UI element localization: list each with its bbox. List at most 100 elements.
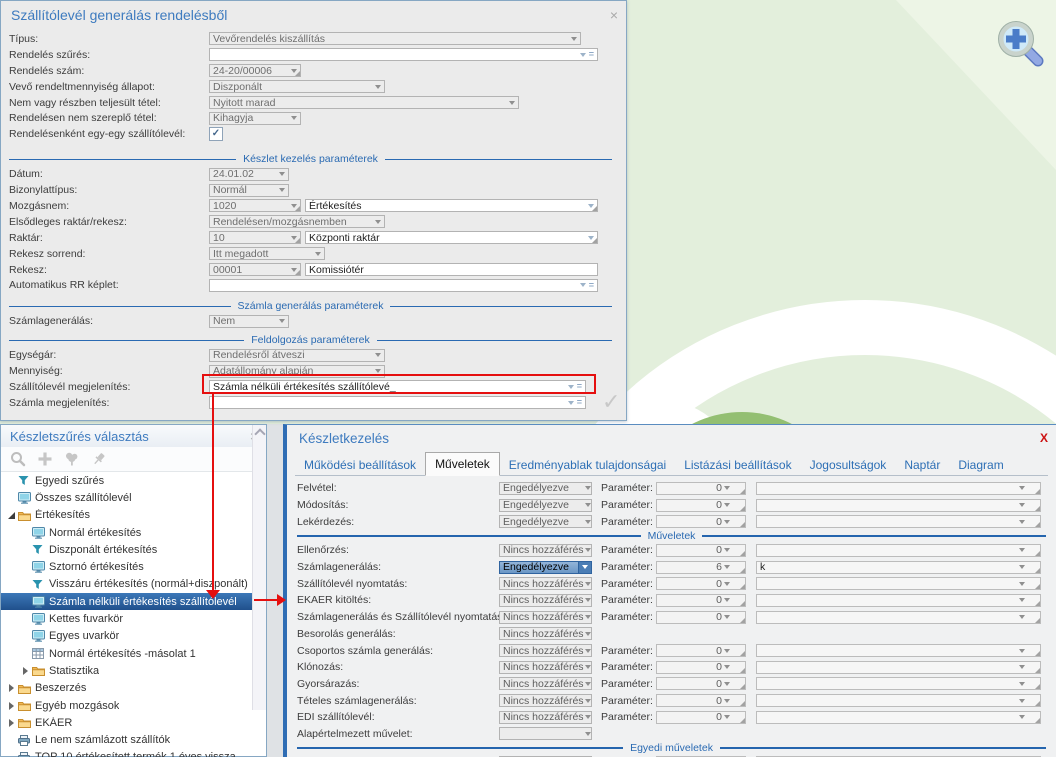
parameter-field[interactable]: 0 (656, 644, 746, 657)
access-dropdown[interactable]: Engedélyezve (499, 482, 592, 495)
access-dropdown[interactable]: Nincs hozzáférés (499, 544, 592, 557)
search-icon[interactable] (10, 451, 26, 467)
caret-closed-icon[interactable] (5, 719, 18, 727)
extra-field[interactable] (756, 611, 1041, 624)
combo-field[interactable]: = (209, 279, 598, 292)
access-dropdown[interactable] (499, 727, 592, 740)
tree-item[interactable]: EKÁER (1, 714, 253, 731)
checkbox[interactable]: ✓ (209, 127, 223, 141)
tab-0[interactable]: Működési beállítások (295, 455, 425, 475)
tree-item[interactable]: Egyedi szűrés (1, 472, 253, 489)
dropdown-field[interactable]: Vevőrendelés kiszállítás (209, 32, 581, 45)
operation-label: Klónozás: (297, 661, 499, 673)
access-dropdown[interactable]: Nincs hozzáférés (499, 611, 592, 624)
dropdown-field[interactable]: Kihagyja (209, 112, 301, 125)
extra-field[interactable] (756, 677, 1041, 690)
extra-field[interactable] (756, 594, 1041, 607)
dropdown-field[interactable]: Nyitott marad (209, 96, 519, 109)
tab-1[interactable]: Műveletek (425, 452, 500, 476)
text-field[interactable]: Központi raktár (305, 231, 598, 244)
tree-item[interactable]: Egyéb mozgások (1, 697, 253, 714)
extra-field[interactable] (756, 499, 1041, 512)
scroll-up-icon[interactable] (254, 428, 265, 439)
tree-item[interactable]: Beszerzés (1, 680, 253, 697)
tree-item[interactable]: Le nem számlázott szállítók (1, 731, 253, 748)
tree-icon[interactable] (64, 451, 80, 467)
code-dropdown-field[interactable]: 00001 (209, 263, 301, 276)
access-dropdown[interactable]: Engedélyezve (499, 561, 592, 574)
dropdown-field[interactable]: Nem (209, 315, 289, 328)
tree-item[interactable]: Összes szállítólevél (1, 489, 253, 506)
code-dropdown-field[interactable]: 10 (209, 231, 301, 244)
code-dropdown-field[interactable]: 24-20/00006 (209, 64, 301, 77)
form-row: Raktár:10Központi raktár (1, 230, 626, 246)
extra-field[interactable] (756, 661, 1041, 674)
parameter-field[interactable]: 0 (656, 577, 746, 590)
extra-field[interactable] (756, 694, 1041, 707)
tab-3[interactable]: Listázási beállítások (675, 455, 800, 475)
tree-item[interactable]: TOP 10 értékesített termék 1 éves vissza (1, 749, 253, 757)
text-field[interactable]: Értékesítés (305, 199, 598, 212)
caret-closed-icon[interactable] (19, 667, 32, 675)
access-dropdown[interactable]: Nincs hozzáférés (499, 661, 592, 674)
parameter-field[interactable]: 0 (656, 694, 746, 707)
tree-scrollbar[interactable] (252, 425, 266, 710)
tree-item[interactable]: Statisztika (1, 662, 253, 679)
combo-field[interactable]: = (209, 396, 586, 409)
tree-item[interactable]: Diszponált értékesítés (1, 541, 253, 558)
tree-item[interactable]: Normál értékesítés -másolat 1 (1, 645, 253, 662)
dropdown-field[interactable]: Itt megadott (209, 247, 325, 260)
tab-4[interactable]: Jogosultságok (801, 455, 896, 475)
extra-field[interactable] (756, 577, 1041, 590)
access-dropdown[interactable]: Nincs hozzáférés (499, 711, 592, 724)
access-dropdown[interactable]: Nincs hozzáférés (499, 694, 592, 707)
tree-item[interactable]: Értékesítés (1, 507, 253, 524)
access-dropdown[interactable]: Nincs hozzáférés (499, 594, 592, 607)
close-icon[interactable]: X (1040, 431, 1048, 445)
caret-open-icon[interactable] (5, 512, 18, 519)
code-dropdown-field[interactable]: 1020 (209, 199, 301, 212)
plus-icon[interactable] (37, 451, 53, 467)
dropdown-field[interactable]: Diszponált (209, 80, 385, 93)
caret-closed-icon[interactable] (5, 702, 18, 710)
dropdown-field[interactable]: 24.01.02 (209, 168, 289, 181)
access-dropdown[interactable]: Nincs hozzáférés (499, 577, 592, 590)
extra-field[interactable] (756, 644, 1041, 657)
access-dropdown[interactable]: Nincs hozzáférés (499, 644, 592, 657)
parameter-field[interactable]: 0 (656, 544, 746, 557)
dropdown-field[interactable]: Rendelésről átveszi (209, 349, 385, 362)
tab-2[interactable]: Eredményablak tulajdonságai (500, 455, 675, 475)
parameter-field[interactable]: 0 (656, 594, 746, 607)
section-separator-label: Egyedi műveletek (630, 742, 713, 754)
access-dropdown[interactable]: Engedélyezve (499, 499, 592, 512)
tree-item[interactable]: Egyes uvarkör (1, 628, 253, 645)
caret-closed-icon[interactable] (5, 684, 18, 692)
close-icon[interactable]: × (610, 8, 618, 22)
parameter-field[interactable]: 0 (656, 711, 746, 724)
text-field[interactable]: Komissiótér (305, 263, 598, 276)
extra-field[interactable] (756, 711, 1041, 724)
dropdown-field[interactable]: Normál (209, 184, 289, 197)
tree-item[interactable]: Normál értékesítés (1, 524, 253, 541)
tree-item[interactable]: Sztornó értékesítés (1, 558, 253, 575)
parameter-field[interactable]: 0 (656, 482, 746, 495)
parameter-field[interactable]: 6 (656, 561, 746, 574)
combo-field[interactable]: = (209, 48, 598, 61)
tab-6[interactable]: Diagram (949, 455, 1012, 475)
tree-item[interactable]: Kettes fuvarkör (1, 610, 253, 627)
extra-field[interactable] (756, 482, 1041, 495)
access-dropdown[interactable]: Nincs hozzáférés (499, 627, 592, 640)
dropdown-field[interactable]: Rendelésen/mozgásnemben (209, 215, 385, 228)
extra-field[interactable] (756, 544, 1041, 557)
parameter-field[interactable]: 0 (656, 499, 746, 512)
access-dropdown[interactable]: Engedélyezve (499, 515, 592, 528)
tab-5[interactable]: Naptár (895, 455, 949, 475)
parameter-field[interactable]: 0 (656, 677, 746, 690)
parameter-field[interactable]: 0 (656, 515, 746, 528)
extra-field[interactable]: k (756, 561, 1041, 574)
access-dropdown[interactable]: Nincs hozzáférés (499, 677, 592, 690)
parameter-field[interactable]: 0 (656, 611, 746, 624)
pin-icon[interactable] (91, 451, 107, 467)
parameter-field[interactable]: 0 (656, 661, 746, 674)
extra-field[interactable] (756, 515, 1041, 528)
